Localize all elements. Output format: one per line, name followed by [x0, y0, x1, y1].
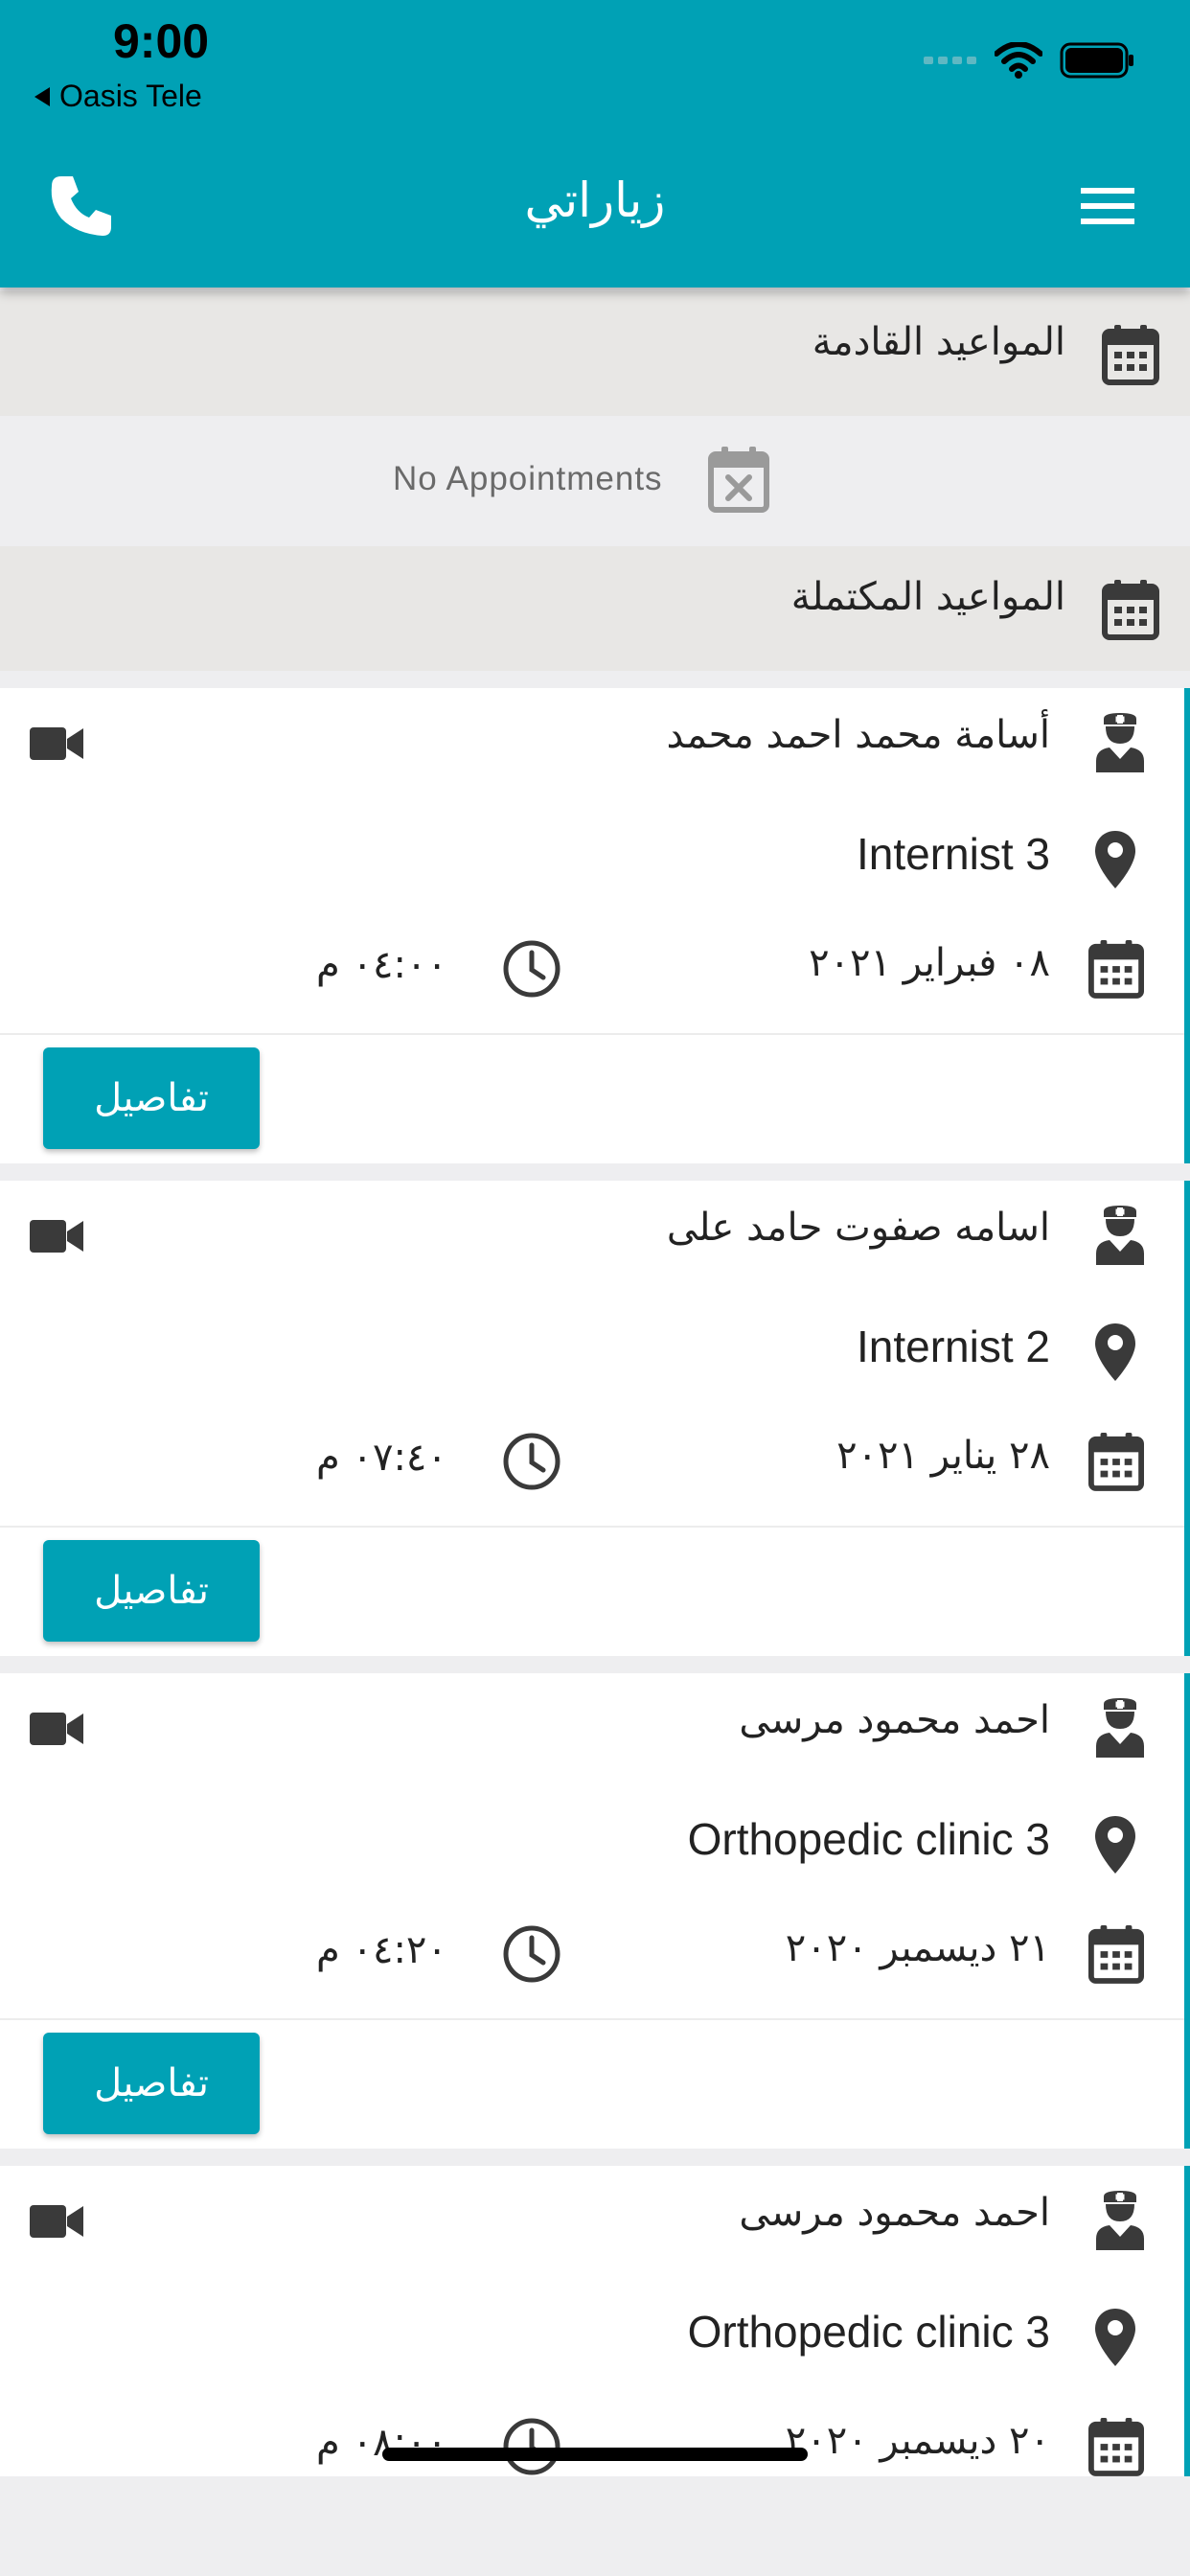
upcoming-label: المواعيد القادمة: [812, 320, 1065, 364]
status-carrier[interactable]: Oasis Tele: [34, 79, 202, 114]
location-pin-icon: [1094, 1322, 1136, 1382]
completed-section-header: المواعيد المكتملة: [0, 546, 1190, 671]
appointment-date: ٢٠ ديسمبر ٢٠٢٠: [785, 2419, 1050, 2463]
back-arrow-icon: [34, 86, 50, 106]
doctor-icon: [1094, 1696, 1146, 1760]
appointment-date: ٢٨ يناير ٢٠٢١: [836, 1434, 1050, 1478]
clinic-name: Internist 3: [857, 829, 1050, 879]
video-camera-icon: [29, 2202, 84, 2241]
details-button[interactable]: تفاصيل: [43, 1047, 260, 1149]
clock-icon: [502, 939, 561, 999]
calendar-icon: [1088, 1924, 1144, 1984]
clinic-name: Orthopedic clinic 3: [687, 2307, 1050, 2357]
card-divider: [0, 2018, 1184, 2020]
signal-icon: [924, 57, 976, 64]
status-time: 9:00: [113, 14, 210, 68]
clock-icon: [502, 1432, 561, 1491]
page-title: زياراتي: [524, 172, 666, 228]
home-bar-area: [0, 2476, 1190, 2576]
calendar-icon: [1088, 1432, 1144, 1491]
clinic-name: Orthopedic clinic 3: [687, 1814, 1050, 1864]
home-indicator[interactable]: [382, 2448, 808, 2461]
doctor-name: احمد محمود مرسى: [739, 1698, 1050, 1742]
video-camera-icon: [29, 724, 84, 763]
calendar-x-icon: [708, 447, 769, 513]
doctor-icon: [1094, 2189, 1146, 2252]
doctor-name: احمد محمود مرسى: [739, 2191, 1050, 2235]
wifi-icon: [995, 42, 1042, 79]
location-pin-icon: [1094, 1815, 1136, 1874]
appointment-card: أسامة محمد احمد محمد Internist 3 ٠٨ فبرا…: [0, 688, 1190, 1163]
card-divider: [0, 1033, 1184, 1035]
doctor-name: أسامة محمد احمد محمد: [666, 713, 1050, 757]
doctor-icon: [1094, 711, 1146, 774]
appointment-date: ٢١ ديسمبر ٢٠٢٠: [785, 1926, 1050, 1970]
clock-icon: [502, 2417, 561, 2476]
clock-icon: [502, 1924, 561, 1984]
details-button[interactable]: تفاصيل: [43, 1540, 260, 1642]
doctor-icon: [1094, 1204, 1146, 1267]
doctor-name: اسامه صفوت حامد على: [666, 1206, 1050, 1250]
video-camera-icon: [29, 1217, 84, 1255]
appointment-date: ٠٨ فبراير ٢٠٢١: [809, 941, 1050, 985]
upcoming-empty-state: No Appointments: [0, 416, 1190, 542]
menu-icon[interactable]: [1079, 184, 1136, 228]
calendar-icon: [1088, 2417, 1144, 2476]
carrier-label: Oasis Tele: [59, 79, 202, 113]
clinic-name: Internist 2: [857, 1322, 1050, 1371]
location-pin-icon: [1094, 830, 1136, 889]
appointment-time: ٠٤:٠٠ م: [316, 943, 447, 987]
location-pin-icon: [1094, 2308, 1136, 2367]
calendar-icon: [1102, 324, 1159, 385]
app-header: 9:00 Oasis Tele زياراتي: [0, 0, 1190, 288]
battery-icon: [1060, 42, 1133, 79]
appointment-card: احمد محمود مرسى Orthopedic clinic 3 ٢١ د…: [0, 1673, 1190, 2149]
appointment-card: اسامه صفوت حامد على Internist 2 ٢٨ يناير…: [0, 1181, 1190, 1656]
completed-label: المواعيد المكتملة: [790, 575, 1065, 619]
upcoming-section-header: المواعيد القادمة: [0, 291, 1190, 416]
calendar-icon: [1102, 579, 1159, 640]
details-button[interactable]: تفاصيل: [43, 2033, 260, 2134]
calendar-icon: [1088, 939, 1144, 999]
appointment-time: ٠٤:٢٠ م: [316, 1928, 447, 1972]
status-icons: [924, 42, 1134, 79]
no-appointments-text: No Appointments: [393, 460, 663, 497]
card-divider: [0, 1526, 1184, 1528]
appointment-time: ٠٧:٤٠ م: [316, 1436, 447, 1480]
video-camera-icon: [29, 1710, 84, 1748]
